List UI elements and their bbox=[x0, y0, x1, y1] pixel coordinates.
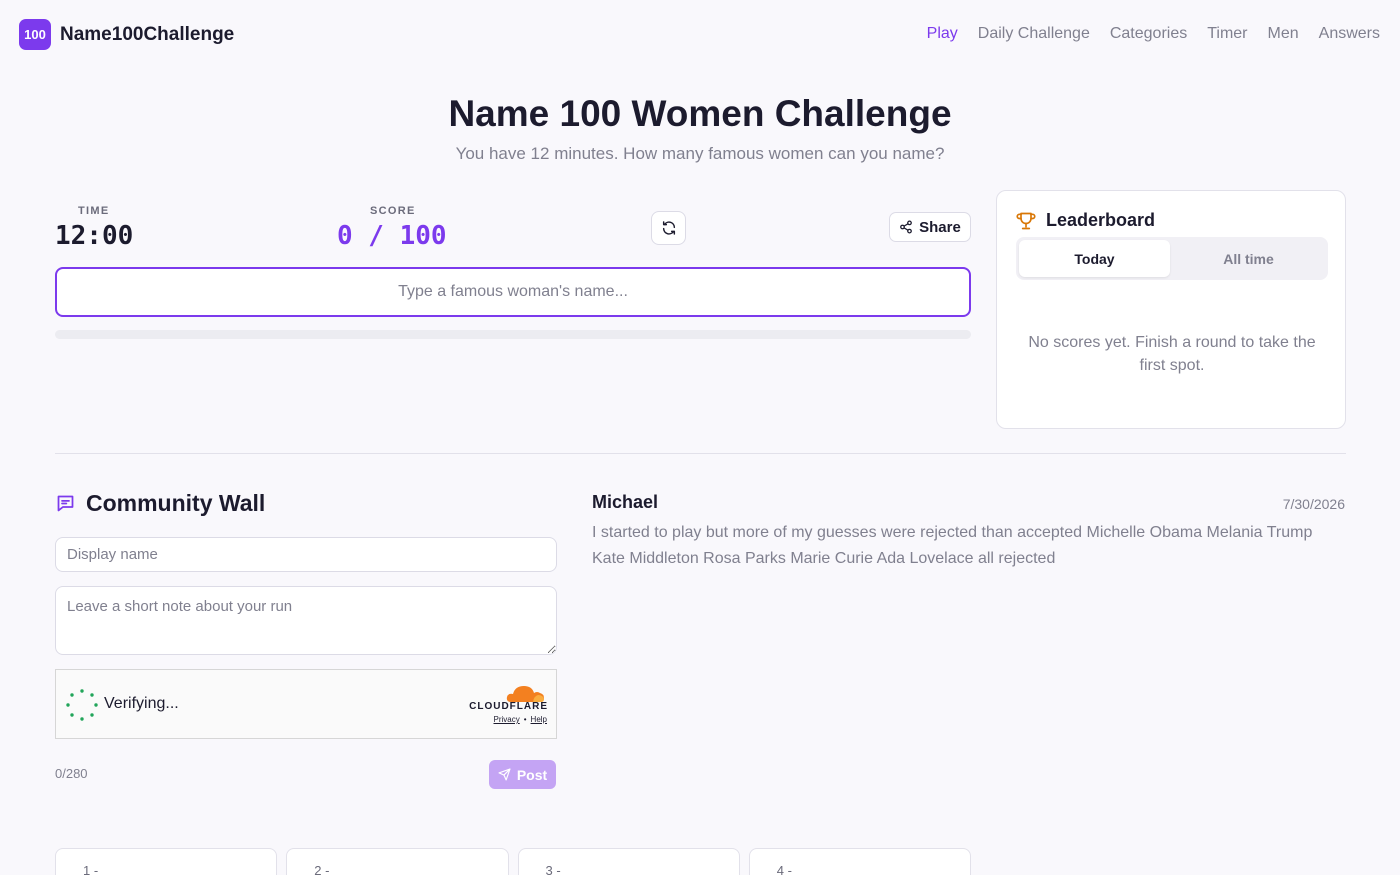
send-icon bbox=[498, 768, 511, 781]
top-nav: 100 Name100Challenge Play Daily Challeng… bbox=[0, 0, 1400, 70]
section-divider bbox=[55, 453, 1346, 454]
page-title: Name 100 Women Challenge bbox=[448, 93, 952, 134]
time-value: 12:00 bbox=[55, 221, 134, 251]
share-label: Share bbox=[919, 218, 961, 236]
captcha-help-link[interactable]: Help bbox=[531, 715, 547, 724]
score-value: 0 / 100 bbox=[337, 221, 447, 251]
progress-bar bbox=[55, 330, 971, 339]
char-counter: 0/280 bbox=[55, 766, 88, 781]
community-title: Community Wall bbox=[86, 490, 266, 516]
nav-link-categories[interactable]: Categories bbox=[1110, 25, 1187, 43]
leaderboard-panel: Leaderboard Today All time No scores yet… bbox=[996, 190, 1346, 429]
comment-body: I started to play but more of my guesses… bbox=[592, 524, 1313, 567]
answer-slot: 1 - bbox=[55, 848, 278, 875]
reset-button[interactable] bbox=[651, 211, 686, 245]
answer-slot: 4 - bbox=[748, 848, 971, 875]
share-button[interactable]: Share bbox=[889, 212, 971, 242]
nav-link-men[interactable]: Men bbox=[1268, 25, 1299, 43]
page-subtitle: You have 12 minutes. How many famous wom… bbox=[455, 144, 945, 163]
post-button[interactable]: Post bbox=[489, 760, 556, 789]
leaderboard-tabs: Today All time bbox=[1016, 237, 1328, 280]
captcha-privacy-link[interactable]: Privacy bbox=[494, 715, 520, 724]
spinner-icon bbox=[66, 689, 98, 721]
captcha-link-separator: • bbox=[523, 715, 527, 724]
score-label: SCORE bbox=[370, 205, 416, 217]
leaderboard-title: Leaderboard bbox=[1046, 210, 1156, 230]
community-header: Community Wall bbox=[55, 490, 265, 517]
nav-link-play[interactable]: Play bbox=[927, 25, 958, 43]
nav-links: Play Daily Challenge Categories Timer Me… bbox=[927, 25, 1380, 43]
captcha-widget[interactable]: Verifying... CLOUDFLARE Privacy • Help bbox=[55, 669, 557, 739]
answer-slots: 1 - 2 - 3 - 4 - bbox=[55, 848, 971, 875]
trophy-icon bbox=[1016, 212, 1036, 229]
answer-slot: 3 - bbox=[517, 848, 740, 875]
refresh-icon bbox=[662, 221, 675, 235]
time-label: TIME bbox=[78, 205, 110, 217]
message-icon bbox=[57, 495, 74, 512]
share-icon bbox=[900, 220, 913, 234]
nav-link-daily-challenge[interactable]: Daily Challenge bbox=[978, 25, 1090, 43]
captcha-links: Privacy • Help bbox=[494, 715, 548, 724]
leaderboard-empty-message: No scores yet. Finish a round to take th… bbox=[1028, 334, 1316, 374]
comment-author: Michael bbox=[592, 492, 659, 512]
captcha-status: Verifying... bbox=[104, 695, 179, 712]
post-label: Post bbox=[516, 766, 548, 783]
note-textarea[interactable] bbox=[55, 586, 557, 655]
leaderboard-header: Leaderboard bbox=[1016, 210, 1155, 231]
name-guess-input[interactable] bbox=[55, 267, 971, 317]
display-name-input[interactable] bbox=[55, 537, 557, 572]
cloudflare-wordmark: CLOUDFLARE bbox=[469, 701, 548, 712]
logo-icon[interactable]: 100 bbox=[19, 19, 51, 50]
tab-all-time[interactable]: All time bbox=[1173, 240, 1324, 277]
brand-name[interactable]: Name100Challenge bbox=[60, 24, 234, 46]
nav-link-answers[interactable]: Answers bbox=[1319, 25, 1380, 43]
nav-link-timer[interactable]: Timer bbox=[1207, 25, 1247, 43]
answer-slot: 2 - bbox=[286, 848, 509, 875]
comment-date: 7/30/2026 bbox=[1282, 496, 1345, 512]
tab-today[interactable]: Today bbox=[1019, 240, 1170, 277]
